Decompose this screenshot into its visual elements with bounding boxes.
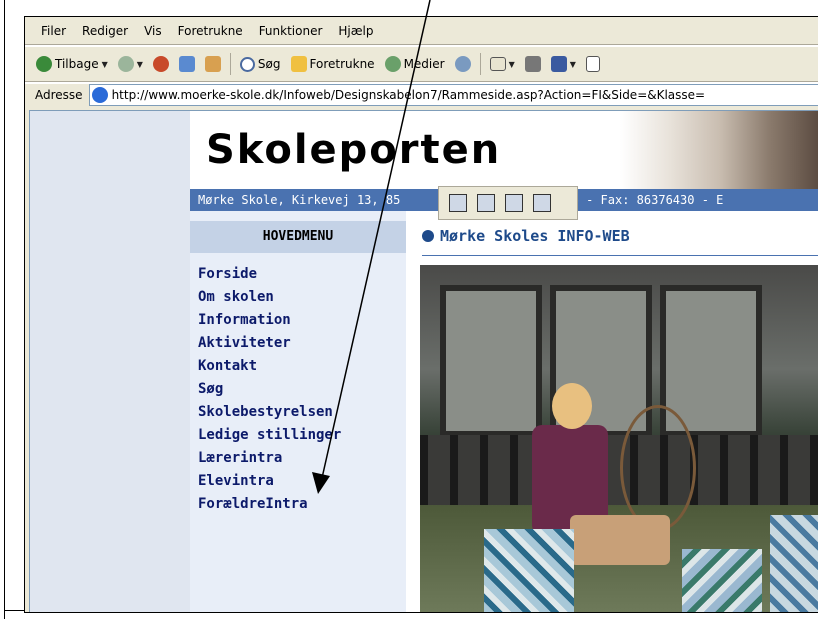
favorites-label: Foretrukne — [309, 57, 375, 71]
address-label: Adresse — [35, 88, 83, 102]
outer-border-left — [4, 0, 5, 619]
search-label: Søg — [257, 57, 281, 71]
photo-window — [440, 285, 542, 437]
address-bar: Adresse http://www.moerke-skole.dk/Infow… — [25, 83, 818, 107]
photo-mosaic-block — [770, 515, 818, 612]
stop-button[interactable] — [150, 56, 172, 72]
nav-information[interactable]: Information — [190, 309, 406, 332]
nav-kontakt[interactable]: Kontakt — [190, 355, 406, 378]
mail-icon[interactable] — [505, 194, 523, 212]
chevron-down-icon[interactable]: ▼ — [570, 60, 576, 69]
home-button[interactable] — [202, 56, 224, 72]
photo-girl-head — [552, 383, 592, 429]
nav-laererintra[interactable]: Lærerintra — [190, 447, 406, 470]
media-icon — [384, 56, 401, 72]
photo-fence — [420, 435, 818, 505]
printer-icon — [524, 56, 541, 72]
school-photo — [420, 265, 818, 612]
refresh-button[interactable] — [176, 56, 198, 72]
history-button[interactable] — [452, 56, 474, 72]
forward-arrow-icon — [117, 56, 134, 72]
page-title-text: Mørke Skoles INFO-WEB — [440, 227, 630, 245]
home-icon — [204, 56, 221, 72]
photo-mosaic-block — [682, 549, 762, 612]
menu-vis[interactable]: Vis — [136, 24, 170, 38]
nav-ledige-stillinger[interactable]: Ledige stillinger — [190, 424, 406, 447]
page-viewport: Skoleporten Mørke Skole, Kirkevej 13, 85… — [29, 110, 818, 612]
address-url: http://www.moerke-skole.dk/Infoweb/Desig… — [111, 88, 706, 102]
media-label: Medier — [403, 57, 445, 71]
toolbar-separator — [479, 53, 481, 75]
nav-list: Forside Om skolen Information Aktivitete… — [190, 263, 406, 516]
back-button[interactable]: Tilbage ▼ — [33, 56, 111, 72]
mail-button[interactable]: ▼ — [487, 57, 518, 71]
menu-filer[interactable]: Filer — [25, 24, 74, 38]
print-button[interactable] — [522, 56, 544, 72]
favorites-icon — [290, 56, 307, 72]
chevron-down-icon[interactable]: ▼ — [509, 60, 515, 69]
nav-skolebestyrelsen[interactable]: Skolebestyrelsen — [190, 401, 406, 424]
title-divider — [422, 255, 818, 256]
save-icon[interactable] — [449, 194, 467, 212]
menu-rediger[interactable]: Rediger — [74, 24, 136, 38]
notepad-button[interactable] — [583, 56, 603, 72]
word-button[interactable]: ▼ — [548, 56, 579, 72]
chevron-down-icon[interactable]: ▼ — [137, 60, 143, 69]
menu-hjaelp[interactable]: Hjælp — [330, 24, 381, 38]
back-arrow-icon — [36, 56, 52, 72]
search-button[interactable]: Søg — [237, 56, 284, 72]
printer-icon[interactable] — [477, 194, 495, 212]
browser-window: Filer Rediger Vis Foretrukne Funktioner … — [24, 16, 818, 613]
menu-funktioner[interactable]: Funktioner — [251, 24, 331, 38]
photo-basket — [620, 405, 696, 531]
toolbar: Tilbage ▼ ▼ Søg Foretrukne Medier ▼ ▼ — [25, 47, 818, 81]
forward-button[interactable]: ▼ — [115, 56, 146, 72]
nav-elevintra[interactable]: Elevintra — [190, 470, 406, 493]
history-icon — [454, 56, 471, 72]
chevron-down-icon[interactable]: ▼ — [102, 60, 108, 69]
toolbar-separator — [229, 53, 231, 75]
stop-icon — [152, 56, 169, 72]
ie-page-icon — [91, 87, 108, 103]
photo-girl-legs — [570, 515, 670, 565]
page-title: Mørke Skoles INFO-WEB — [422, 227, 630, 245]
favorites-button[interactable]: Foretrukne — [288, 56, 378, 72]
nav-foraeldreintra[interactable]: ForældreIntra — [190, 493, 406, 516]
back-label: Tilbage — [55, 57, 99, 71]
media-button[interactable]: Medier — [382, 56, 448, 72]
nav-soeg[interactable]: Søg — [190, 378, 406, 401]
site-logo: Skoleporten — [206, 127, 502, 173]
mail-icon — [489, 57, 506, 71]
bullet-icon — [422, 230, 434, 242]
menu-foretrukne[interactable]: Foretrukne — [170, 24, 251, 38]
photo-mosaic-block — [484, 529, 574, 612]
notepad-icon — [585, 56, 600, 72]
image-toolbar — [438, 186, 578, 220]
address-input[interactable]: http://www.moerke-skole.dk/Infoweb/Desig… — [88, 84, 818, 106]
folder-icon[interactable] — [533, 194, 551, 212]
nav-aktiviteter[interactable]: Aktiviteter — [190, 332, 406, 355]
left-menu: HOVEDMENU Forside Om skolen Information … — [190, 211, 406, 612]
refresh-icon — [178, 56, 195, 72]
menu-bar: Filer Rediger Vis Foretrukne Funktioner … — [25, 17, 818, 45]
site-header: Skoleporten — [190, 111, 818, 189]
contact-text-left: Mørke Skole, Kirkevej 13, 85 — [198, 193, 401, 207]
nav-om-skolen[interactable]: Om skolen — [190, 286, 406, 309]
search-icon — [239, 56, 255, 72]
header-photo — [620, 111, 818, 189]
nav-forside[interactable]: Forside — [190, 263, 406, 286]
menu-heading: HOVEDMENU — [190, 221, 406, 253]
left-margin — [30, 111, 190, 612]
word-icon — [550, 56, 567, 72]
